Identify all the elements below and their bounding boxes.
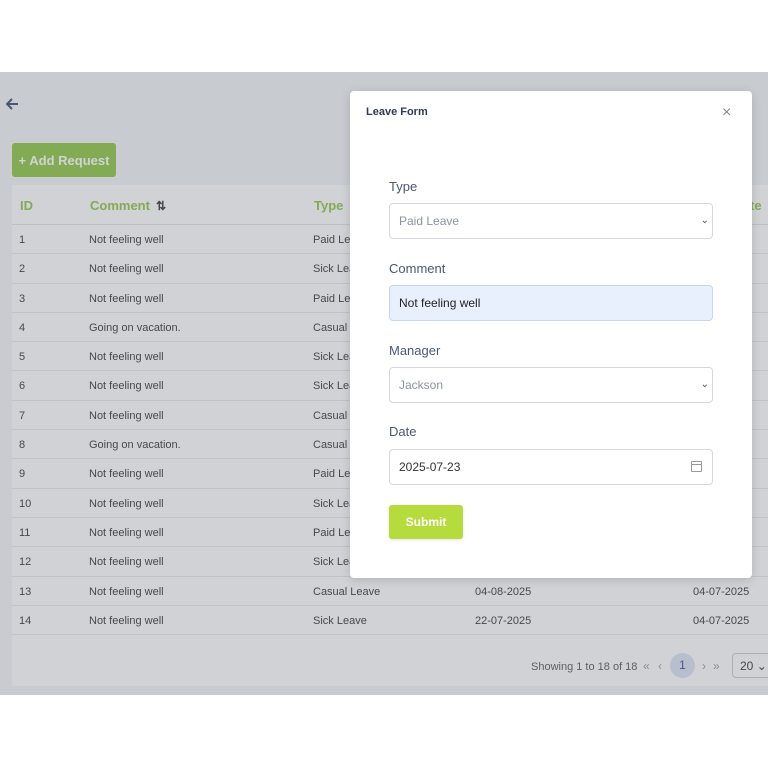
app-screen: + Add Request ID Comment ⇅ Type te 1 Not f… bbox=[0, 72, 768, 695]
type-label: Type bbox=[389, 179, 418, 194]
modal-title: Leave Form bbox=[366, 106, 428, 118]
close-icon[interactable]: × bbox=[722, 105, 731, 121]
comment-input[interactable]: Not feeling well bbox=[389, 285, 713, 321]
chevron-down-icon: ⌄ bbox=[700, 379, 709, 390]
leave-form-modal: Leave Form × Type Paid Leave ⌄ Comment N… bbox=[350, 91, 752, 578]
date-input-value: 2025-07-23 bbox=[399, 460, 461, 474]
manager-label: Manager bbox=[389, 343, 441, 358]
calendar-icon[interactable] bbox=[691, 461, 702, 472]
date-label: Date bbox=[389, 424, 417, 439]
submit-button[interactable]: Submit bbox=[389, 505, 463, 539]
type-select-value: Paid Leave bbox=[399, 214, 460, 228]
comment-input-value: Not feeling well bbox=[399, 296, 481, 310]
comment-label: Comment bbox=[389, 261, 446, 276]
manager-select[interactable]: Jackson ⌄ bbox=[389, 367, 713, 403]
type-select[interactable]: Paid Leave ⌄ bbox=[389, 203, 713, 239]
chevron-down-icon: ⌄ bbox=[700, 215, 709, 226]
date-input[interactable]: 2025-07-23 bbox=[389, 449, 713, 485]
manager-select-value: Jackson bbox=[399, 378, 444, 392]
